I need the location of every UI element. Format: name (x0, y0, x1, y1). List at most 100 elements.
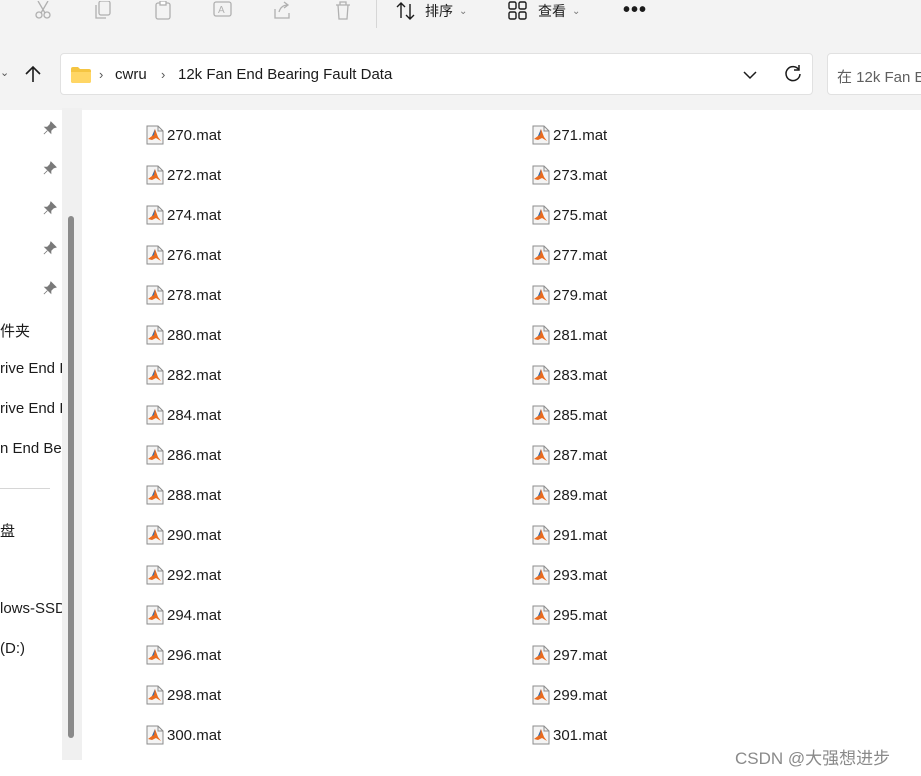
file-item[interactable]: 285.mat (532, 404, 607, 426)
matlab-file-icon (146, 165, 164, 185)
matlab-file-icon (532, 605, 550, 625)
file-name: 275.mat (553, 206, 608, 224)
pin-icon[interactable] (42, 280, 58, 296)
matlab-file-icon (532, 485, 550, 505)
up-arrow-icon (25, 65, 41, 82)
file-item[interactable]: 284.mat (146, 404, 221, 426)
nav-item-drive-end-2[interactable]: rive End I (0, 400, 62, 417)
file-item[interactable]: 295.mat (532, 604, 607, 626)
copy-icon[interactable] (91, 0, 115, 22)
file-name: 297.mat (553, 646, 608, 664)
file-item[interactable]: 286.mat (146, 444, 221, 466)
file-name: 287.mat (553, 446, 608, 464)
file-name: 301.mat (553, 726, 608, 744)
matlab-file-icon (146, 325, 164, 345)
nav-item-folder[interactable]: 件夹 (0, 320, 30, 341)
search-input[interactable]: 在 12k Fan E (827, 53, 921, 95)
matlab-file-icon (532, 365, 550, 385)
address-bar[interactable]: › cwru › 12k Fan End Bearing Fault Data (60, 53, 813, 95)
rename-icon[interactable]: A (211, 0, 235, 22)
file-item[interactable]: 288.mat (146, 484, 221, 506)
file-name: 273.mat (553, 166, 608, 184)
more-options-button[interactable]: ••• (622, 0, 648, 21)
delete-icon[interactable] (331, 0, 355, 22)
file-item[interactable]: 297.mat (532, 644, 607, 666)
file-item[interactable]: 290.mat (146, 524, 221, 546)
folder-icon (71, 67, 91, 83)
file-item[interactable]: 277.mat (532, 244, 607, 266)
matlab-file-icon (532, 405, 550, 425)
matlab-file-icon (146, 485, 164, 505)
pin-icon[interactable] (42, 160, 58, 176)
file-item[interactable]: 300.mat (146, 724, 221, 746)
recent-locations-chevron-icon[interactable]: ⌄ (0, 66, 9, 79)
file-item[interactable]: 275.mat (532, 204, 607, 226)
paste-icon[interactable] (151, 0, 175, 22)
file-name: 282.mat (167, 366, 222, 384)
file-item[interactable]: 287.mat (532, 444, 607, 466)
file-item[interactable]: 279.mat (532, 284, 607, 306)
nav-scrollbar-thumb[interactable] (68, 216, 74, 738)
file-item[interactable]: 293.mat (532, 564, 607, 586)
chevron-down-icon: ⌄ (459, 5, 468, 17)
file-item[interactable]: 278.mat (146, 284, 221, 306)
view-button[interactable]: 查看 ⌄ (508, 0, 580, 22)
file-item[interactable]: 298.mat (146, 684, 221, 706)
matlab-file-icon (532, 445, 550, 465)
file-item[interactable]: 271.mat (532, 124, 607, 146)
file-item[interactable]: 291.mat (532, 524, 607, 546)
file-item[interactable]: 292.mat (146, 564, 221, 586)
pin-icon[interactable] (42, 120, 58, 136)
navigation-pane: 件夹 rive End I rive End I n End Be 盘 lows… (0, 110, 62, 760)
breadcrumb-cwru[interactable]: cwru (115, 66, 147, 83)
up-arrow-button[interactable] (21, 60, 45, 88)
file-item[interactable]: 289.mat (532, 484, 607, 506)
nav-item-fan-end[interactable]: n End Be (0, 440, 62, 457)
file-item[interactable]: 299.mat (532, 684, 607, 706)
matlab-file-icon (146, 125, 164, 145)
nav-item-disk[interactable]: 盘 (0, 520, 15, 541)
search-placeholder: 在 12k Fan E (837, 69, 921, 86)
file-item[interactable]: 272.mat (146, 164, 221, 186)
file-name: 276.mat (167, 246, 222, 264)
file-name: 291.mat (553, 526, 608, 544)
matlab-file-icon (146, 405, 164, 425)
file-item[interactable]: 270.mat (146, 124, 221, 146)
nav-item-drive-end-1[interactable]: rive End I (0, 360, 62, 377)
address-dropdown-icon[interactable] (741, 66, 759, 84)
file-name: 281.mat (553, 326, 608, 344)
svg-text:A: A (218, 5, 225, 16)
matlab-file-icon (532, 565, 550, 585)
file-name: 286.mat (167, 446, 222, 464)
breadcrumb-current-folder[interactable]: 12k Fan End Bearing Fault Data (178, 66, 392, 83)
file-name: 277.mat (553, 246, 608, 264)
file-name: 299.mat (553, 686, 608, 704)
watermark: CSDN @大强想进步 (735, 749, 891, 768)
file-name: 288.mat (167, 486, 222, 504)
pin-icon[interactable] (42, 240, 58, 256)
file-item[interactable]: 281.mat (532, 324, 607, 346)
file-item[interactable]: 276.mat (146, 244, 221, 266)
matlab-file-icon (146, 565, 164, 585)
share-icon[interactable] (271, 0, 295, 22)
pin-icon[interactable] (42, 200, 58, 216)
file-name: 295.mat (553, 606, 608, 624)
file-item[interactable]: 282.mat (146, 364, 221, 386)
file-name: 283.mat (553, 366, 608, 384)
file-name: 271.mat (553, 126, 608, 144)
file-item[interactable]: 280.mat (146, 324, 221, 346)
file-name: 292.mat (167, 566, 222, 584)
file-item[interactable]: 296.mat (146, 644, 221, 666)
nav-item-windows-ssd[interactable]: lows-SSD (0, 600, 62, 617)
nav-item-drive-d[interactable]: (D:) (0, 640, 25, 657)
file-item[interactable]: 274.mat (146, 204, 221, 226)
file-item[interactable]: 301.mat (532, 724, 607, 746)
refresh-icon[interactable] (783, 64, 803, 84)
file-item[interactable]: 283.mat (532, 364, 607, 386)
matlab-file-icon (146, 685, 164, 705)
sort-button[interactable]: 排序 ⌄ (396, 0, 467, 22)
file-item[interactable]: 273.mat (532, 164, 607, 186)
file-item[interactable]: 294.mat (146, 604, 221, 626)
matlab-file-icon (532, 685, 550, 705)
cut-icon[interactable] (31, 0, 55, 22)
